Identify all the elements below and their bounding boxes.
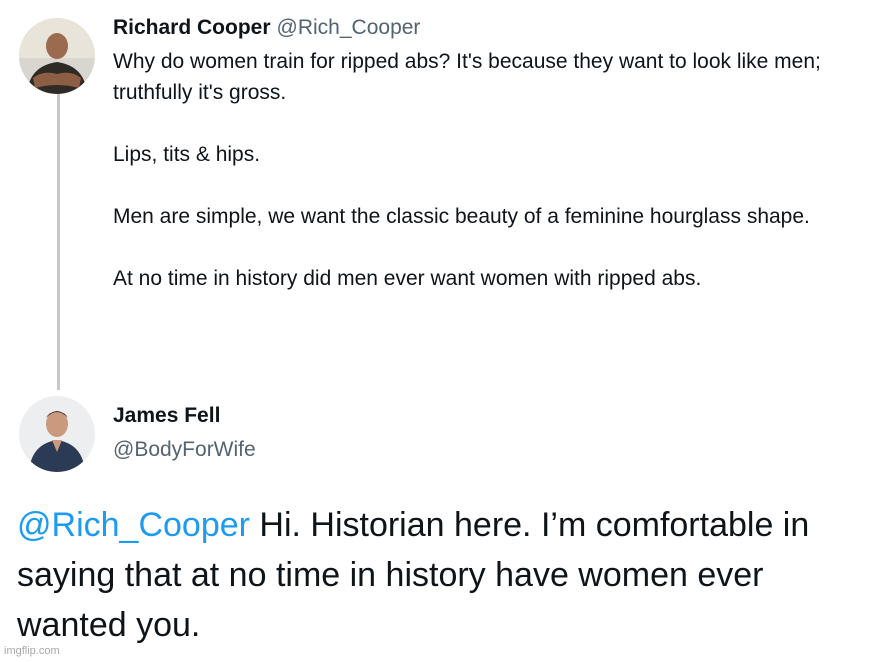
reply-author-name[interactable]: James Fell: [113, 402, 256, 430]
reply-tweet-header: James Fell @BodyForWife: [113, 402, 256, 464]
tweet-paragraph: Why do women train for ripped abs? It's …: [113, 50, 821, 104]
imgflip-watermark: imgflip.com: [4, 645, 60, 657]
tweet-paragraph: Lips, tits & hips.: [113, 143, 261, 166]
tweet-body: Why do women train for ripped abs? It's …: [113, 46, 873, 294]
james-fell-avatar[interactable]: [19, 396, 95, 472]
reply-mention-link[interactable]: @Rich_Cooper: [17, 506, 250, 544]
original-tweet: Richard Cooper @Rich_Cooper Why do women …: [113, 14, 873, 294]
richard-cooper-avatar[interactable]: [19, 18, 95, 94]
tweet-paragraph: Men are simple, we want the classic beau…: [113, 205, 810, 228]
author-name[interactable]: Richard Cooper: [113, 16, 271, 39]
tweet-paragraph: At no time in history did men ever want …: [113, 267, 702, 290]
tweet-author-row: Richard Cooper @Rich_Cooper: [113, 14, 873, 42]
thread-connector-line: [57, 92, 60, 390]
reply-tweet-body: @Rich_Cooper Hi. Historian here. I’m com…: [17, 500, 877, 650]
reply-author-handle[interactable]: @BodyForWife: [113, 436, 256, 464]
author-handle[interactable]: @Rich_Cooper: [277, 16, 421, 39]
